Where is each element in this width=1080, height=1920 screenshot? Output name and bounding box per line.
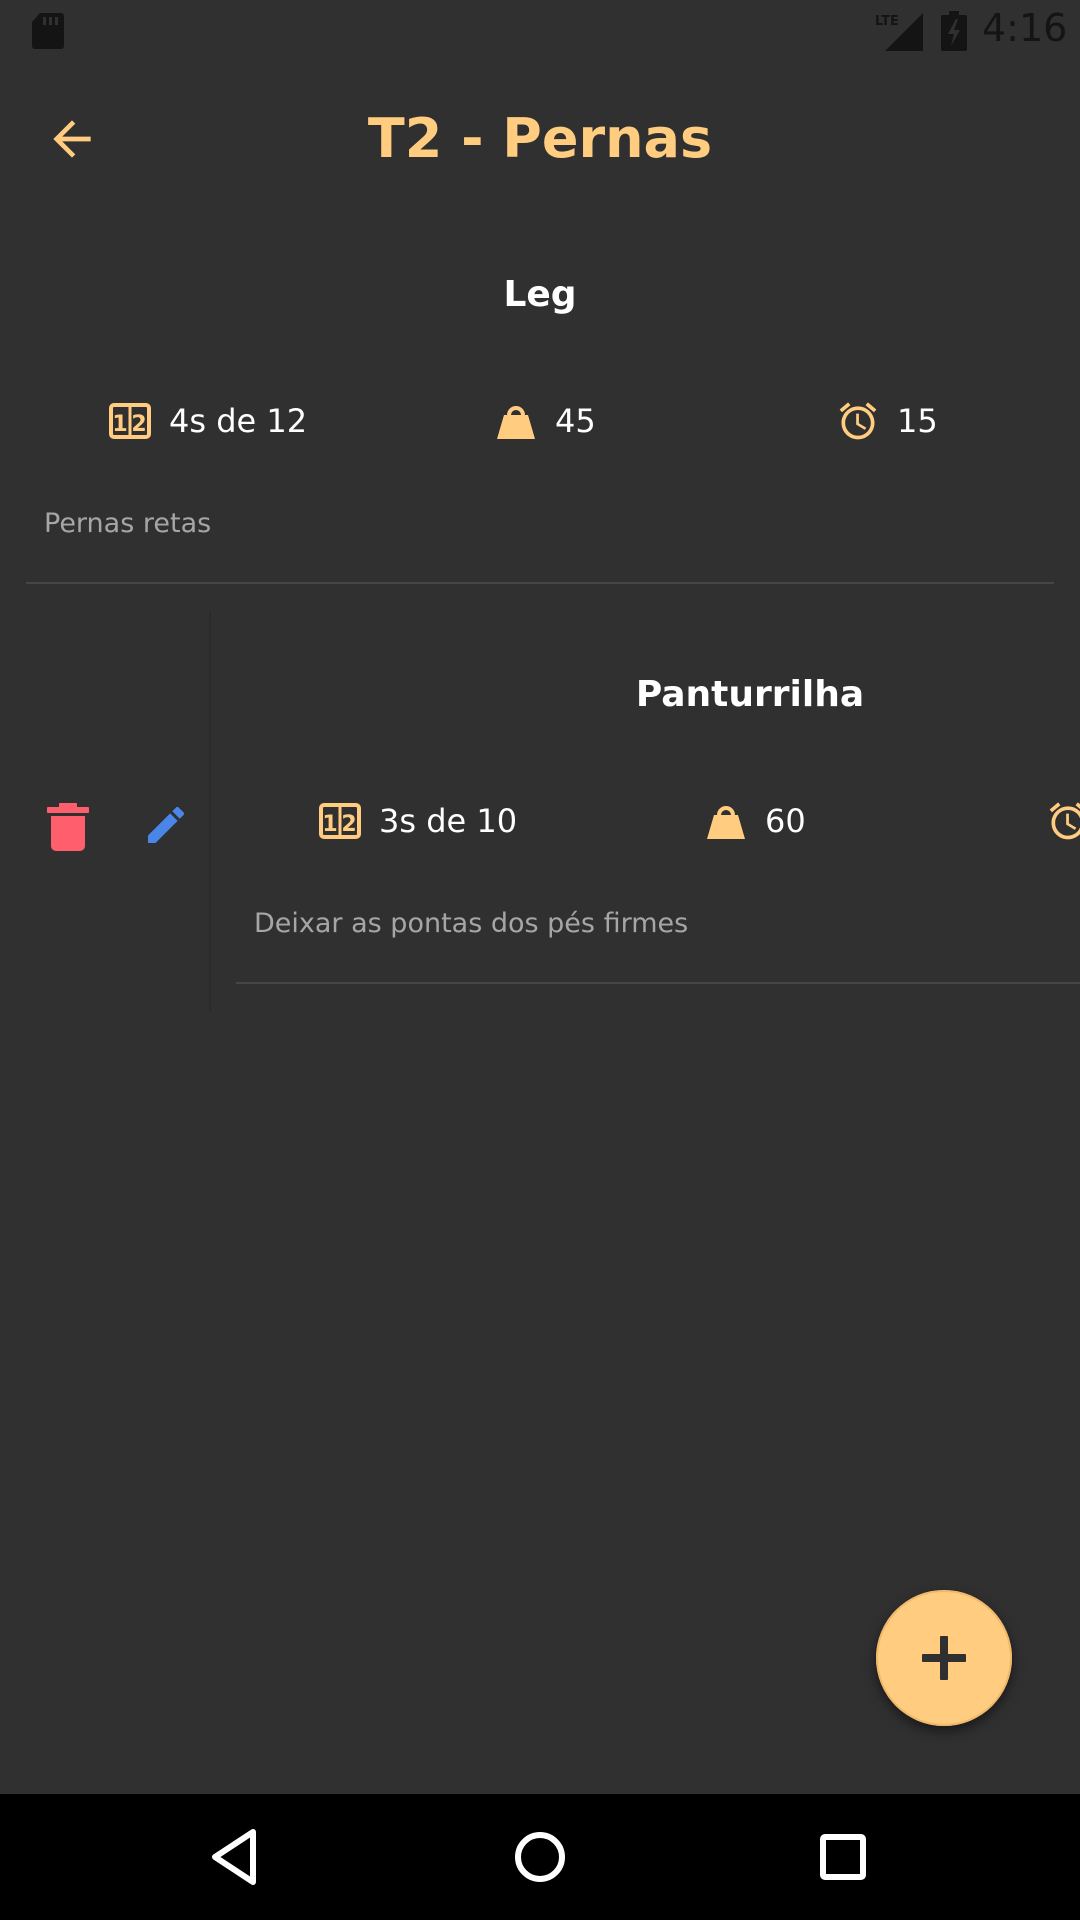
weight-stat: 45 — [494, 397, 596, 445]
exercise-card[interactable]: Leg 1 2 4s de 12 45 15 Pernas retas — [0, 236, 1080, 584]
rest-stat: 15 — [836, 397, 938, 445]
weight-stat: 60 — [704, 797, 806, 845]
app-bar: T2 - Pernas — [0, 63, 1080, 210]
svg-text:2: 2 — [341, 812, 356, 837]
svg-text:1: 1 — [112, 412, 127, 437]
rest-stat — [1046, 797, 1080, 845]
divider — [26, 582, 1054, 584]
battery-charging-icon — [941, 11, 967, 51]
svg-text:1: 1 — [322, 812, 337, 837]
weight-icon — [497, 406, 535, 439]
weight-value: 45 — [555, 402, 596, 440]
exercise-name: Panturrilha — [635, 674, 865, 715]
weight-icon — [707, 806, 745, 839]
sd-card-icon — [32, 13, 64, 49]
sets-reps-icon: 1 2 — [109, 403, 151, 439]
lte-signal-icon: LTE — [875, 13, 923, 51]
sets-value: 4s de 12 — [169, 402, 308, 440]
exercise-card-swiped[interactable]: Panturrilha 1 2 3s de 10 60 Deixar as po… — [0, 611, 1080, 1011]
plus-icon — [922, 1636, 966, 1680]
weight-value: 60 — [765, 802, 806, 840]
rest-value: 15 — [897, 402, 938, 440]
sets-stat: 1 2 4s de 12 — [108, 397, 307, 445]
system-nav-bar — [0, 1794, 1080, 1920]
exercise-name: Leg — [503, 274, 577, 315]
back-triangle-icon[interactable] — [203, 1824, 269, 1890]
recents-square-icon[interactable] — [810, 1824, 876, 1890]
exercise-notes: Deixar as pontas dos pés firmes — [254, 908, 689, 939]
alarm-clock-icon — [1049, 802, 1080, 840]
home-circle-icon[interactable] — [507, 1824, 573, 1890]
sets-value: 3s de 10 — [379, 802, 518, 840]
exercise-notes: Pernas retas — [44, 508, 212, 539]
sets-reps-icon: 1 2 — [319, 803, 361, 839]
page-title: T2 - Pernas — [367, 107, 713, 170]
sets-stat: 1 2 3s de 10 — [318, 797, 517, 845]
alarm-clock-icon — [839, 402, 877, 440]
divider — [236, 982, 1080, 984]
status-time: 4:16 — [982, 6, 1068, 50]
lte-label: LTE — [875, 14, 899, 29]
add-exercise-button[interactable] — [876, 1590, 1012, 1726]
status-bar: LTE 4:16 — [0, 0, 1080, 63]
svg-text:2: 2 — [131, 412, 146, 437]
